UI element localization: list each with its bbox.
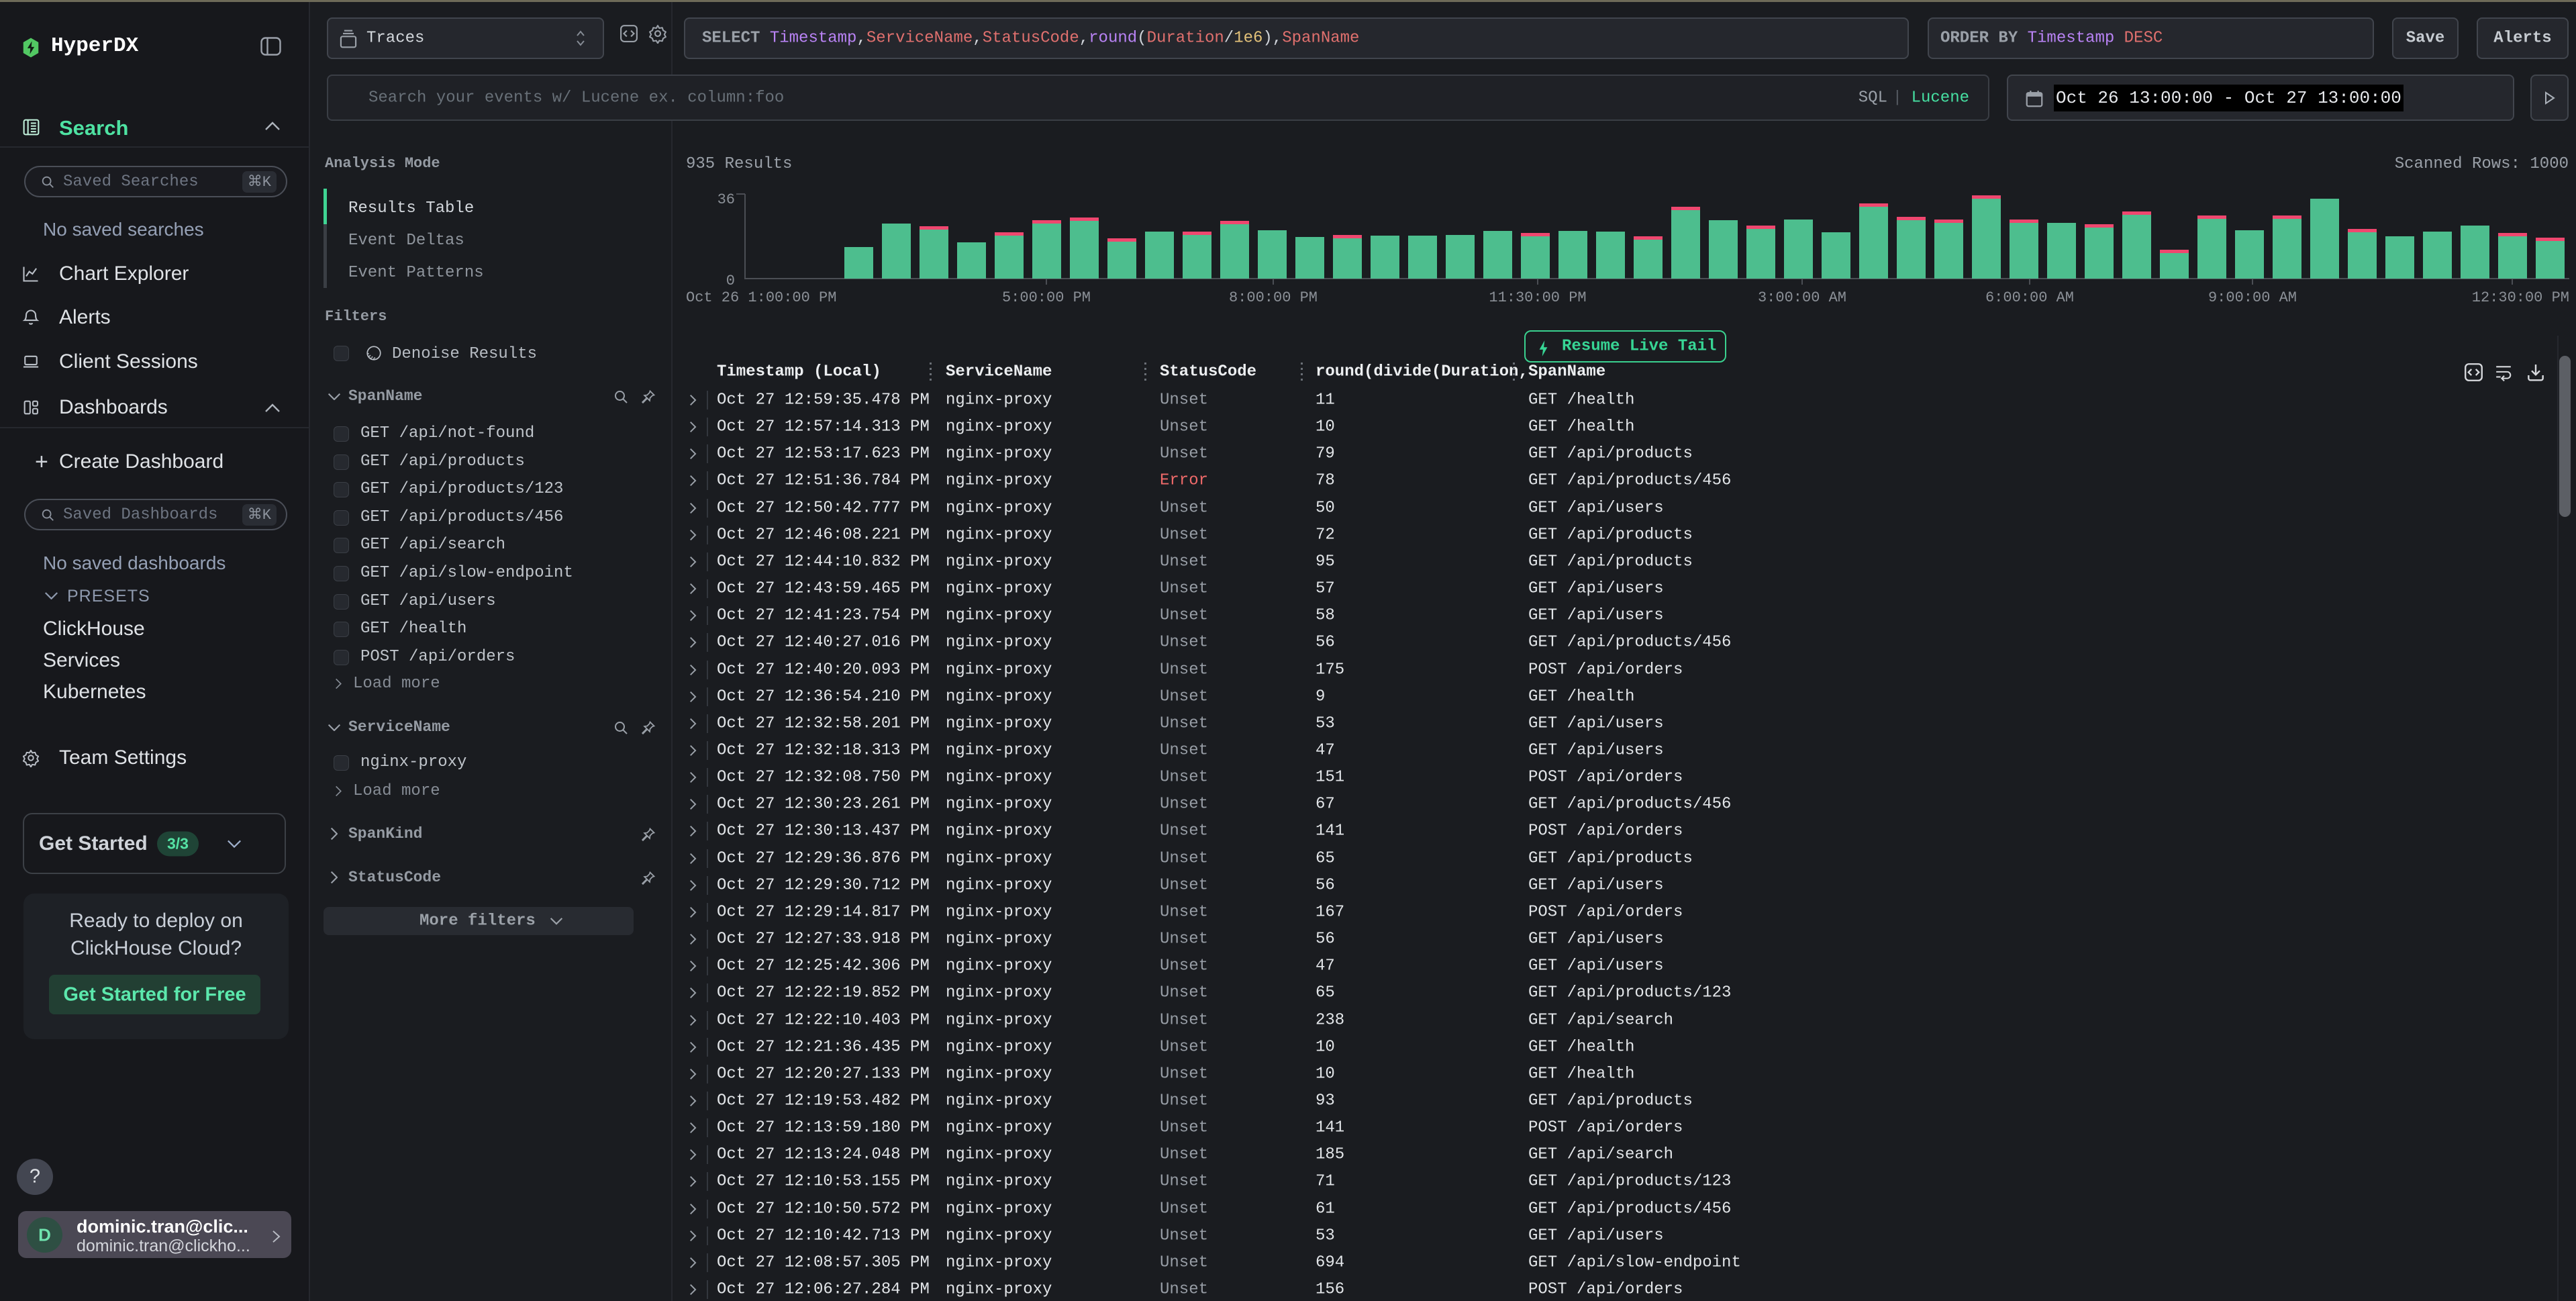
svg-text:8:00:00 PM: 8:00:00 PM: [1229, 289, 1318, 306]
svg-text:0: 0: [726, 273, 735, 289]
svg-text:36: 36: [717, 191, 735, 208]
svg-text:9:00:00 AM: 9:00:00 AM: [2208, 289, 2297, 306]
svg-text:6:00:00 AM: 6:00:00 AM: [1985, 289, 2074, 306]
svg-text:12:30:00 PM: 12:30:00 PM: [2472, 289, 2569, 306]
svg-text:11:30:00 PM: 11:30:00 PM: [1489, 289, 1586, 306]
svg-text:5:00:00 PM: 5:00:00 PM: [1002, 289, 1091, 306]
svg-text:Oct 26 1:00:00 PM: Oct 26 1:00:00 PM: [686, 289, 836, 306]
svg-text:3:00:00 AM: 3:00:00 AM: [1758, 289, 1846, 306]
